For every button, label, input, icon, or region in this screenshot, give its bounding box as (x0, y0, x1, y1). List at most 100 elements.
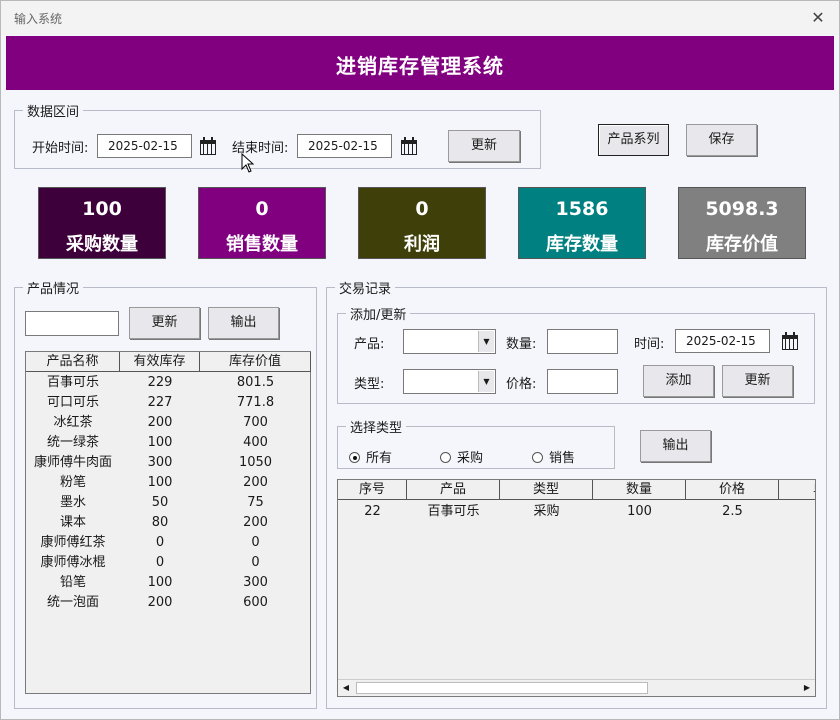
product-cell: 700 (243, 415, 268, 430)
product-cell: 400 (243, 435, 268, 450)
product-cell: 801.5 (236, 375, 275, 390)
scroll-thumb[interactable] (356, 682, 648, 694)
product-cell: 300 (243, 575, 268, 590)
product-cell: 百事可乐 (46, 375, 99, 390)
col-header-price[interactable]: 价格 (686, 480, 779, 500)
stat-label: 库存数量 (546, 234, 618, 255)
stat-profit: 0 利润 (358, 187, 486, 259)
product-list[interactable]: 产品名称 有效库存 库存价值 百事可乐 229 801.5 可口可乐 227 771.8 冰… (25, 351, 311, 694)
transaction-cell: 100 (627, 504, 652, 519)
col-header-stock[interactable]: 有效库存 (120, 352, 200, 372)
price-input[interactable] (547, 369, 618, 394)
radio-sales-label: 销售 (549, 451, 576, 466)
product-cell: 200 (243, 475, 268, 490)
qty-label: 数量: (506, 337, 537, 352)
product-cell: 200 (147, 595, 173, 610)
product-cell: 康师傅红茶 (40, 535, 106, 550)
product-search-input[interactable] (25, 311, 119, 336)
type-label: 类型: (354, 377, 385, 392)
qty-input[interactable] (547, 329, 618, 354)
product-update-button[interactable]: 更新 (129, 307, 200, 339)
product-export-button[interactable]: 输出 (208, 307, 279, 339)
product-cell: 冰红茶 (53, 415, 93, 430)
product-cell: 50 (151, 495, 169, 510)
stat-value: 1586 (555, 198, 609, 220)
product-series-button[interactable]: 产品系列 (598, 124, 669, 156)
save-button[interactable]: 保存 (686, 124, 757, 156)
product-label: 产品: (354, 337, 385, 352)
horizontal-scrollbar[interactable]: ◀ ▶ (338, 679, 815, 696)
col-header-product[interactable]: 产品 (407, 480, 500, 500)
select-type-legend: 选择类型 (350, 421, 403, 436)
product-cell: 229 (147, 375, 173, 390)
radio-sales[interactable]: 销售 (532, 447, 575, 466)
transaction-cell: 22 (364, 504, 381, 519)
col-header-type[interactable]: 类型 (500, 480, 593, 500)
product-cell: 康师傅牛肉面 (33, 455, 112, 470)
product-cell: 康师傅冰棍 (40, 555, 106, 570)
chevron-down-icon[interactable]: ▼ (478, 371, 494, 392)
stat-sales-qty: 0 销售数量 (198, 187, 326, 259)
product-cell: 300 (147, 455, 173, 470)
scroll-left-icon[interactable]: ◀ (338, 680, 354, 696)
radio-purchase-dot[interactable] (440, 452, 451, 463)
product-cell: 可口可乐 (46, 395, 99, 410)
type-select[interactable]: ▼ (403, 369, 496, 394)
time-calendar-icon[interactable] (782, 332, 798, 350)
stat-label: 库存价值 (706, 234, 778, 255)
add-button[interactable]: 添加 (643, 365, 714, 397)
transactions-list[interactable]: 序号 产品 类型 数量 价格 单 22 百事可乐 采购 100 2.5 ◀ ▶ (337, 479, 816, 697)
banner: 进销库存管理系统 (6, 36, 834, 90)
product-cell: 统一泡面 (46, 595, 99, 610)
transaction-cell: 百事可乐 (427, 504, 480, 519)
product-cell: 0 (251, 535, 260, 550)
close-icon[interactable]: ✕ (807, 7, 829, 29)
stat-stock-value: 5098.3 库存价值 (678, 187, 806, 259)
product-select[interactable]: ▼ (403, 329, 496, 354)
radio-all-dot[interactable] (349, 452, 360, 463)
radio-sales-dot[interactable] (532, 452, 543, 463)
start-time-field[interactable]: 2025-02-15 (97, 134, 192, 158)
product-cell: 200 (243, 515, 268, 530)
start-calendar-icon[interactable] (200, 137, 216, 155)
product-cell: 100 (147, 475, 173, 490)
product-cell: 100 (147, 575, 173, 590)
product-cell: 0 (155, 555, 165, 570)
time-field[interactable]: 2025-02-15 (675, 329, 770, 353)
stat-label: 采购数量 (66, 234, 138, 255)
chevron-down-icon[interactable]: ▼ (478, 331, 494, 352)
radio-purchase[interactable]: 采购 (440, 447, 483, 466)
product-cell: 227 (147, 395, 173, 410)
col-header-value[interactable]: 库存价值 (200, 352, 311, 372)
stat-label: 销售数量 (226, 234, 298, 255)
title-bar: 输入系统 ✕ (1, 1, 839, 35)
col-header-id[interactable]: 序号 (338, 480, 407, 500)
col-header-name[interactable]: 产品名称 (26, 352, 120, 372)
stat-value: 0 (415, 198, 429, 220)
end-time-field[interactable]: 2025-02-15 (297, 134, 392, 158)
transaction-cell: 2.5 (722, 504, 743, 519)
radio-all[interactable]: 所有 (349, 447, 392, 466)
stat-label: 利润 (404, 234, 440, 255)
date-update-button[interactable]: 更新 (448, 130, 520, 162)
product-cell: 80 (151, 515, 169, 530)
product-cell: 200 (147, 415, 173, 430)
trans-export-button[interactable]: 输出 (640, 430, 711, 462)
product-cell: 771.8 (236, 395, 275, 410)
end-calendar-icon[interactable] (401, 137, 417, 155)
col-header-qty[interactable]: 数量 (593, 480, 686, 500)
price-label: 价格: (506, 377, 537, 392)
time-label: 时间: (634, 337, 665, 352)
product-cell: 600 (243, 595, 268, 610)
product-cell: 1050 (238, 455, 273, 470)
product-cell: 粉笔 (59, 475, 86, 490)
radio-purchase-label: 采购 (457, 451, 484, 466)
transaction-cell: 采购 (533, 504, 560, 519)
stat-stock-qty: 1586 库存数量 (518, 187, 646, 259)
radio-all-label: 所有 (366, 451, 393, 466)
col-header-extra[interactable]: 单 (779, 480, 815, 500)
scroll-right-icon[interactable]: ▶ (799, 680, 815, 696)
trans-update-button[interactable]: 更新 (722, 365, 793, 397)
product-cell: 0 (251, 555, 260, 570)
product-cell: 100 (147, 435, 173, 450)
